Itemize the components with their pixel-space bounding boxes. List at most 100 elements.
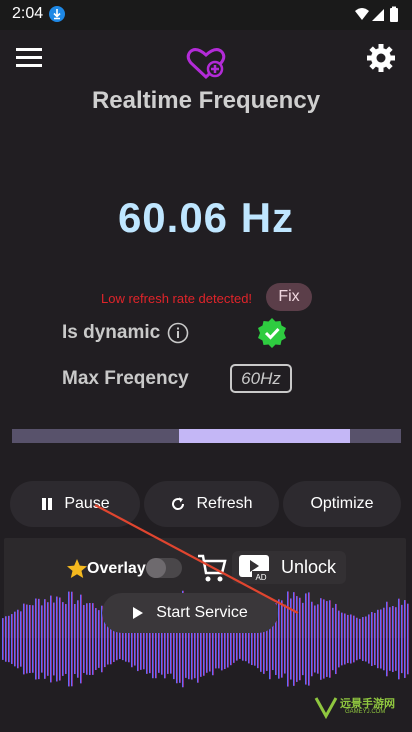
wave-bar bbox=[23, 603, 25, 675]
fix-button[interactable]: Fix bbox=[266, 283, 312, 311]
wave-bar bbox=[38, 598, 40, 680]
wave-bar bbox=[314, 605, 316, 673]
signal-icon bbox=[372, 9, 384, 21]
wave-bar bbox=[86, 603, 88, 675]
overlay-label: Overlay bbox=[87, 560, 146, 577]
wave-bar bbox=[344, 613, 346, 665]
wave-bar bbox=[17, 609, 19, 669]
hamburger-menu-icon[interactable] bbox=[16, 46, 44, 68]
verified-check-icon bbox=[258, 318, 286, 348]
wave-bar bbox=[380, 609, 382, 669]
wave-bar bbox=[377, 609, 379, 669]
wave-bar bbox=[20, 611, 22, 667]
pause-icon bbox=[42, 498, 53, 510]
gear-icon[interactable] bbox=[366, 43, 396, 73]
wave-bar bbox=[8, 615, 10, 663]
pause-button[interactable]: Pause bbox=[10, 481, 140, 527]
frequency-range-fill bbox=[179, 429, 351, 443]
max-frequency-value: 60Hz bbox=[230, 364, 292, 393]
wave-bar bbox=[368, 614, 370, 664]
wave-bar bbox=[68, 591, 70, 687]
pause-label: Pause bbox=[64, 495, 110, 512]
wave-bar bbox=[5, 616, 7, 662]
wave-bar bbox=[53, 602, 55, 676]
wave-bar bbox=[338, 610, 340, 668]
status-bar: 2:04 bbox=[0, 0, 412, 30]
is-dynamic-label: Is dynamic bbox=[62, 322, 161, 343]
wave-bar bbox=[14, 611, 16, 667]
wave-bar bbox=[293, 592, 295, 686]
star-icon bbox=[67, 559, 87, 578]
wave-bar bbox=[74, 604, 76, 674]
wave-bar bbox=[389, 607, 391, 671]
start-service-button[interactable]: Start Service bbox=[102, 593, 278, 633]
heart-plus-icon bbox=[186, 48, 226, 80]
wave-bar bbox=[26, 604, 28, 674]
wave-bar bbox=[47, 602, 49, 676]
wave-bar bbox=[365, 616, 367, 662]
wave-bar bbox=[356, 617, 358, 661]
info-icon[interactable] bbox=[167, 322, 189, 344]
wave-bar bbox=[290, 598, 292, 680]
wave-bar bbox=[386, 601, 388, 677]
cart-icon[interactable] bbox=[196, 552, 228, 584]
play-icon bbox=[133, 607, 144, 619]
wave-bar bbox=[299, 597, 301, 681]
wave-bar bbox=[50, 595, 52, 683]
wave-bar bbox=[278, 599, 280, 679]
wifi-icon bbox=[355, 8, 369, 20]
wave-bar bbox=[35, 598, 37, 680]
wave-bar bbox=[287, 591, 289, 687]
wave-bar bbox=[350, 614, 352, 664]
wave-bar bbox=[383, 607, 385, 671]
wave-bar bbox=[392, 606, 394, 672]
wave-bar bbox=[347, 614, 349, 664]
wave-bar bbox=[302, 602, 304, 676]
wave-bar bbox=[404, 600, 406, 678]
wave-bar bbox=[62, 602, 64, 676]
wave-bar bbox=[371, 612, 373, 666]
overlay-toggle[interactable] bbox=[146, 558, 182, 578]
wave-bar bbox=[323, 599, 325, 679]
watermark-subtext: GAMEYJ.COM bbox=[345, 709, 386, 715]
download-icon bbox=[49, 6, 65, 22]
status-icons bbox=[355, 6, 398, 22]
optimize-label: Optimize bbox=[310, 495, 374, 512]
wave-bar bbox=[11, 614, 13, 664]
frequency-readout: 60.06 Hz bbox=[117, 194, 295, 241]
toggle-knob bbox=[146, 558, 166, 578]
wave-bar bbox=[296, 596, 298, 682]
wave-bar bbox=[80, 594, 82, 684]
refresh-button[interactable]: Refresh bbox=[144, 481, 279, 527]
wave-bar bbox=[329, 600, 331, 678]
wave-bar bbox=[95, 608, 97, 670]
wave-bar bbox=[362, 617, 364, 661]
wave-bar bbox=[353, 615, 355, 663]
wave-bar bbox=[398, 598, 400, 680]
optimize-button[interactable]: Optimize bbox=[283, 481, 401, 527]
wave-bar bbox=[32, 605, 34, 673]
wave-bar bbox=[401, 604, 403, 674]
refresh-warning: Low refresh rate detected! bbox=[101, 291, 253, 306]
wave-bar bbox=[374, 612, 376, 666]
wave-bar bbox=[44, 599, 46, 679]
wave-bar bbox=[308, 592, 310, 686]
wave-bar bbox=[56, 596, 58, 682]
max-frequency-label: Max Freqency bbox=[62, 368, 189, 389]
wave-bar bbox=[284, 604, 286, 674]
video-ad-icon: AD bbox=[239, 555, 270, 582]
wave-bar bbox=[281, 600, 283, 678]
wave-bar bbox=[98, 610, 100, 668]
wave-bar bbox=[407, 603, 409, 675]
ad-label: AD bbox=[255, 573, 266, 582]
wave-bar bbox=[71, 591, 73, 687]
page-title: Realtime Frequency bbox=[91, 87, 321, 114]
wave-bar bbox=[41, 605, 43, 673]
wave-bar bbox=[29, 604, 31, 674]
wave-bar bbox=[332, 607, 334, 671]
wave-bar bbox=[305, 593, 307, 685]
wave-bar bbox=[395, 607, 397, 671]
battery-icon bbox=[390, 8, 398, 22]
wave-bar bbox=[59, 597, 61, 681]
wave-bar bbox=[341, 612, 343, 666]
